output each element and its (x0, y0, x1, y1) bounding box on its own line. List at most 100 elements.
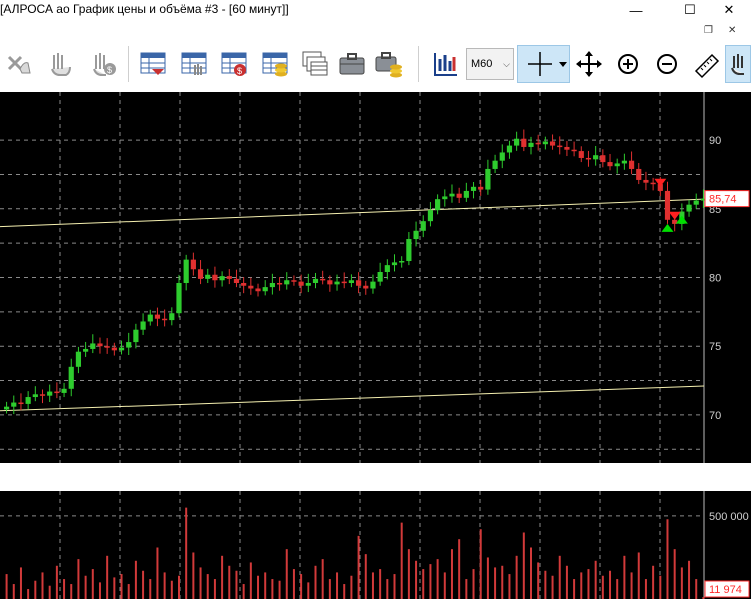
close-icon[interactable]: ✕ (706, 0, 751, 20)
price-candle (197, 260, 204, 285)
price-candle (406, 232, 412, 266)
volume-tick-label: 500 000 (709, 511, 749, 523)
price-candle (205, 268, 211, 283)
hand-orders-icon[interactable] (44, 47, 78, 81)
trendline (0, 385, 705, 412)
close-icon[interactable]: ✕ (728, 25, 736, 36)
price-candle (61, 382, 67, 398)
svg-text:$: $ (237, 66, 242, 76)
stacked-tables-icon[interactable] (298, 47, 332, 81)
price-candle (499, 144, 505, 169)
y-tick-label: 80 (709, 273, 721, 285)
price-candle (399, 256, 405, 268)
price-candle (391, 254, 398, 272)
price-candle (90, 334, 96, 354)
price-candle (140, 313, 146, 335)
price-candle (18, 393, 24, 411)
cancel-orders-icon[interactable] (2, 47, 36, 81)
price-candle (32, 386, 38, 402)
restore-icon[interactable]: ❐ (704, 25, 713, 36)
trade-signal-marker (668, 211, 681, 220)
y-tick-label: 70 (709, 410, 721, 422)
price-candle (593, 146, 599, 166)
minimize-icon[interactable]: — (613, 0, 659, 20)
crosshair-tool-button[interactable] (517, 45, 570, 83)
price-candle (564, 141, 570, 157)
price-candle (549, 134, 556, 150)
price-candle (628, 151, 635, 175)
portfolio-coins-icon[interactable] (372, 47, 406, 81)
price-candle (4, 401, 10, 414)
money-table-icon[interactable]: $ (217, 47, 251, 81)
move-icon[interactable] (572, 47, 606, 81)
pane-divider[interactable] (0, 463, 751, 491)
price-candle (571, 141, 577, 157)
timeframe-select[interactable]: M60 ⌵ (466, 48, 514, 80)
window-title: [АЛРОСА ао График цены и объёма #3 - [60… (0, 2, 289, 16)
price-candle (348, 274, 354, 288)
coins-table-icon[interactable] (258, 47, 292, 81)
chevron-down-icon: ⌵ (503, 59, 510, 69)
price-candle (269, 273, 275, 295)
toolbar-separator (418, 46, 419, 82)
price-candle (607, 153, 613, 171)
volume-chart: 500 000 11 974 (0, 491, 750, 599)
price-candle (68, 358, 74, 397)
price-candle (521, 129, 527, 152)
price-candle (291, 275, 297, 286)
last-volume-label: 11 974 (709, 584, 742, 596)
zoom-out-icon[interactable] (650, 47, 684, 81)
price-candle (356, 272, 362, 294)
price-candle (54, 382, 60, 399)
price-candle (248, 277, 254, 295)
chart-toolbar: $ $ M60 ⌵ ❐ ✕ (0, 25, 751, 90)
price-chart: 908580757085,74 (0, 92, 750, 463)
price-candle (75, 346, 82, 374)
price-candle (169, 307, 175, 326)
price-candle (233, 269, 240, 288)
price-candle (384, 259, 390, 280)
price-candle (47, 384, 53, 402)
briefcase-icon[interactable] (335, 47, 369, 81)
volume-chart-pane[interactable]: 500 000 11 974 (0, 491, 751, 599)
price-candle (176, 274, 182, 318)
price-candle (312, 272, 319, 289)
price-candle (255, 283, 261, 297)
price-candle (133, 323, 139, 349)
orders-table-icon[interactable] (136, 47, 170, 81)
price-candle (226, 269, 232, 285)
trades-table-icon[interactable] (177, 47, 211, 81)
price-candle (614, 158, 620, 174)
toolbar-separator (128, 46, 129, 82)
price-candle (643, 171, 649, 191)
price-chart-pane[interactable]: 90 85 80 75 70 85,74 (0, 92, 751, 463)
y-tick-label: 75 (709, 341, 721, 353)
price-candle (111, 342, 117, 356)
chart-bars-icon[interactable] (428, 47, 462, 81)
price-candle (97, 337, 103, 354)
price-candle (241, 277, 247, 294)
price-candle (25, 391, 31, 410)
price-candle (621, 153, 627, 170)
price-candle (557, 136, 563, 155)
trade-signal-marker (675, 215, 688, 224)
hand-money-icon[interactable]: $ (86, 47, 120, 81)
price-candle (219, 271, 225, 287)
price-candle (154, 307, 161, 327)
price-candle (693, 193, 699, 209)
price-candle (427, 202, 434, 227)
price-candle (456, 187, 462, 204)
price-candle (83, 341, 89, 357)
ruler-icon[interactable] (690, 47, 724, 81)
price-candle (485, 159, 491, 195)
price-candle (11, 395, 17, 415)
zoom-in-icon[interactable] (611, 47, 645, 81)
last-price-label: 85,74 (709, 194, 737, 206)
price-candle (377, 262, 383, 286)
price-candle (514, 131, 520, 151)
y-tick-label: 90 (709, 135, 721, 147)
price-candle (420, 215, 426, 238)
price-candle (276, 277, 283, 291)
hand-icon[interactable] (725, 45, 751, 83)
trade-signal-marker (661, 223, 674, 232)
